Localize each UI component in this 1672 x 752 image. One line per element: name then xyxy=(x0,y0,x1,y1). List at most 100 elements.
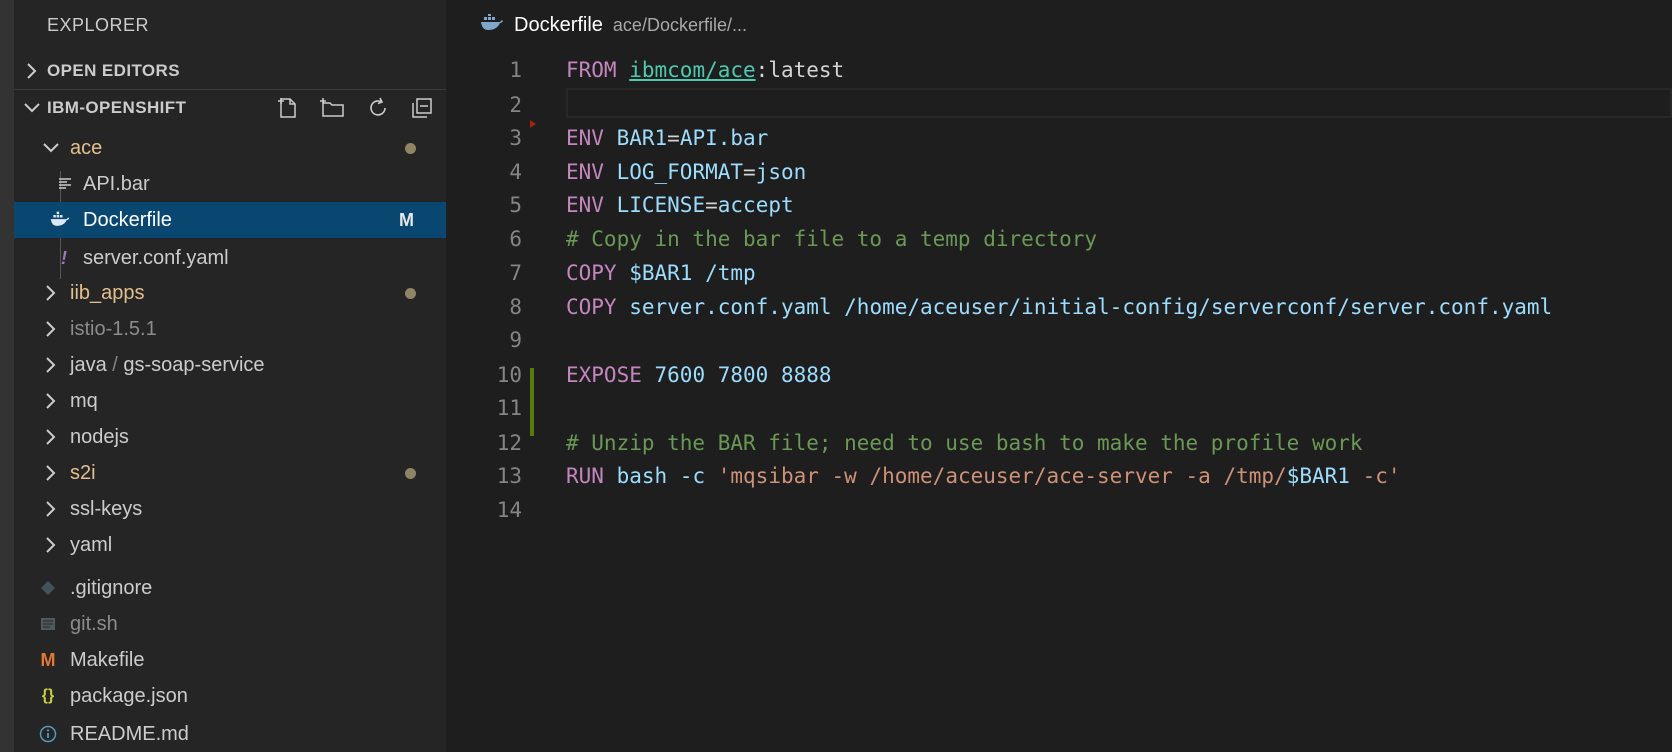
tab-filename: Dockerfile xyxy=(514,13,603,36)
line-number: 12 xyxy=(496,431,522,455)
keyword-token: RUN xyxy=(566,464,604,488)
tree-folder-java[interactable]: java / gs-soap-service xyxy=(14,347,446,383)
tree-file-label: server.conf.yaml xyxy=(83,246,229,269)
variable-token: BAR1 xyxy=(616,126,668,150)
tree-folder-nodejs[interactable]: nodejs xyxy=(14,419,446,455)
chevron-down-icon xyxy=(22,102,42,114)
open-editors-label: OPEN EDITORS xyxy=(47,61,180,80)
tab-path: ace/Dockerfile/... xyxy=(612,14,747,35)
keyword-token: FROM xyxy=(566,58,617,82)
tree-file-package-json[interactable]: {} package.json xyxy=(14,678,446,714)
code-line: 14 xyxy=(446,493,1672,527)
explorer-sidebar: EXPLORER OPEN EDITORS IBM-OPENSHIFT ace … xyxy=(14,0,446,752)
operator-token: = xyxy=(743,160,756,184)
code-editor[interactable]: 1 FROM ibmcom/ace:latest 2 3 ENV BAR1=AP… xyxy=(446,50,1672,752)
tree-file-gitignore[interactable]: .gitignore xyxy=(14,570,446,606)
tree-folder-mq[interactable]: mq xyxy=(14,383,446,419)
tree-folder-ssl-keys[interactable]: ssl-keys xyxy=(14,491,446,527)
path-token: server.conf.yaml /home/aceuser/initial-c… xyxy=(629,295,1553,319)
code-line: 7 COPY $BAR1 /tmp xyxy=(446,256,1672,290)
variable-token: LOG_FORMAT xyxy=(616,160,744,184)
tree-file-label: API.bar xyxy=(83,172,150,195)
value-token: json xyxy=(755,160,807,184)
activity-bar-edge xyxy=(0,0,14,752)
tree-folder-ace[interactable]: ace xyxy=(14,130,446,166)
line-number: 6 xyxy=(509,227,522,251)
image-tag-token: :latest xyxy=(755,58,845,82)
refresh-icon[interactable] xyxy=(366,96,390,120)
code-text: COPY $BAR1 /tmp xyxy=(566,256,756,290)
shell-file-icon xyxy=(38,606,58,642)
modified-dot xyxy=(405,287,416,299)
gs-soap-folder-label: gs-soap-service xyxy=(123,353,265,376)
code-text: EXPOSE 7600 7800 8888 xyxy=(566,358,832,392)
keyword-token: COPY xyxy=(566,261,617,285)
tree-folder-istio[interactable]: istio-1.5.1 xyxy=(14,311,446,347)
tree-file-readme[interactable]: README.md xyxy=(14,716,446,752)
chevron-right-icon xyxy=(42,419,60,455)
new-folder-icon[interactable] xyxy=(320,96,346,120)
tree-file-label: Makefile xyxy=(70,648,145,671)
docker-icon xyxy=(50,202,70,238)
code-text: ENV LICENSE=accept xyxy=(566,188,794,222)
tree-folder-s2i[interactable]: s2i xyxy=(14,455,446,491)
string-token: 'mqsibar -w /home/aceuser/ace-server -a … xyxy=(717,464,1287,488)
line-number: 11 xyxy=(496,396,522,420)
tree-file-label: package.json xyxy=(70,684,188,707)
code-text: ENV BAR1=API.bar xyxy=(566,121,768,155)
code-text: FROM ibmcom/ace:latest xyxy=(566,53,844,87)
operator-token: = xyxy=(667,126,680,150)
code-text: ENV LOG_FORMAT=json xyxy=(566,155,806,189)
line-number: 13 xyxy=(496,464,522,488)
line-number: 2 xyxy=(509,93,522,117)
collapse-all-icon[interactable] xyxy=(410,96,434,120)
chevron-right-icon xyxy=(42,347,60,383)
tree-file-label: Dockerfile xyxy=(83,208,172,231)
workspace-label: IBM-OPENSHIFT xyxy=(47,98,187,117)
port-list-token: 7600 7800 8888 xyxy=(654,363,832,387)
chevron-right-icon xyxy=(42,527,60,563)
modified-dot xyxy=(405,142,416,154)
editor-breadcrumb-tab[interactable]: Dockerfile ace/Dockerfile/... xyxy=(480,0,747,50)
code-line: 10 EXPOSE 7600 7800 8888 xyxy=(446,358,1672,392)
keyword-token: EXPOSE xyxy=(566,363,642,387)
tree-file-git-sh[interactable]: git.sh xyxy=(14,606,446,642)
keyword-token: ENV xyxy=(566,126,604,150)
new-file-icon[interactable] xyxy=(276,96,300,120)
tree-folder-label: iib_apps xyxy=(70,281,145,304)
code-line: 8 COPY server.conf.yaml /home/aceuser/in… xyxy=(446,290,1672,324)
git-status-badge: M xyxy=(399,209,414,230)
tree-folder-label: java / gs-soap-service xyxy=(70,354,265,377)
chevron-down-icon xyxy=(42,130,60,166)
java-folder-label: java xyxy=(70,353,107,376)
image-link[interactable]: ibmcom/ace xyxy=(629,58,755,82)
tree-folder-label: istio-1.5.1 xyxy=(70,317,157,340)
tree-folder-iib-apps[interactable]: iib_apps xyxy=(14,275,446,311)
open-editors-section[interactable]: OPEN EDITORS xyxy=(14,53,446,89)
tree-file-api-bar[interactable]: API.bar xyxy=(14,166,446,202)
code-line: 12 # Unzip the BAR file; need to use bas… xyxy=(446,426,1672,460)
code-line: 1 FROM ibmcom/ace:latest xyxy=(446,53,1672,87)
workspace-section[interactable]: IBM-OPENSHIFT xyxy=(14,90,446,126)
chevron-right-icon xyxy=(22,62,42,80)
code-text: RUN bash -c 'mqsibar -w /home/aceuser/ac… xyxy=(566,459,1401,493)
tree-file-dockerfile[interactable]: Dockerfile M xyxy=(14,202,446,238)
code-line: 11 xyxy=(446,391,1672,425)
code-text: COPY server.conf.yaml /home/aceuser/init… xyxy=(566,290,1552,324)
tree-file-server-conf[interactable]: ! server.conf.yaml xyxy=(14,240,446,276)
docker-icon xyxy=(480,12,504,37)
variable-token: $BAR1 xyxy=(1286,464,1350,488)
makefile-icon: M xyxy=(40,649,56,670)
tree-folder-label: ace xyxy=(70,136,103,159)
line-number: 9 xyxy=(509,328,522,352)
chevron-right-icon xyxy=(42,311,60,347)
line-number: 5 xyxy=(509,193,522,217)
tree-file-makefile[interactable]: M Makefile xyxy=(14,642,446,678)
code-line-current: 2 xyxy=(446,88,1672,122)
tree-folder-yaml[interactable]: yaml xyxy=(14,527,446,563)
variable-token: LICENSE xyxy=(616,193,706,217)
string-token: -c' xyxy=(1349,464,1401,488)
chevron-right-icon xyxy=(42,383,60,419)
command-token: bash -c xyxy=(616,464,718,488)
explorer-actions xyxy=(276,90,434,126)
